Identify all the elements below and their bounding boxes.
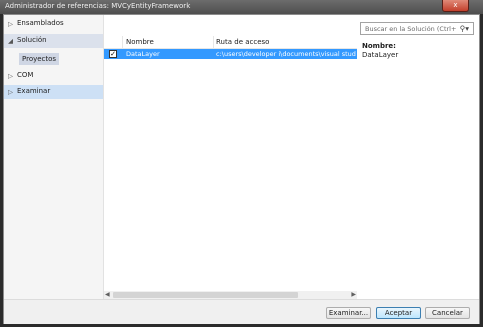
search-icon[interactable]: ⚲▾ bbox=[460, 24, 469, 33]
search-input[interactable]: Buscar en la Solución (Ctrl+E ⚲▾ bbox=[360, 22, 474, 35]
details-pane: Nombre: DataLayer bbox=[358, 36, 478, 299]
expand-arrow-icon: ▷ bbox=[8, 20, 13, 28]
sidebar: ▷ Ensamblados ◢ Solución Proyectos ▷ COM… bbox=[4, 15, 104, 299]
dialog-body: ▷ Ensamblados ◢ Solución Proyectos ▷ COM… bbox=[3, 14, 480, 324]
sidebar-item-solucion[interactable]: ◢ Solución bbox=[4, 34, 103, 48]
column-headers: Nombre Ruta de acceso bbox=[104, 36, 357, 49]
details-value: DataLayer bbox=[362, 51, 399, 59]
reference-list: Nombre Ruta de acceso ✓ DataLayer c:\use… bbox=[104, 36, 357, 299]
sidebar-item-ensamblados[interactable]: ▷ Ensamblados bbox=[4, 17, 103, 31]
collapse-arrow-icon: ◢ bbox=[8, 37, 13, 45]
column-header-ruta[interactable]: Ruta de acceso bbox=[216, 38, 269, 46]
sidebar-item-label: Examinar bbox=[17, 87, 51, 95]
include-checkbox[interactable]: ✓ bbox=[109, 50, 117, 58]
column-header-nombre[interactable]: Nombre bbox=[126, 38, 154, 46]
accept-button[interactable]: Aceptar bbox=[376, 307, 421, 319]
sidebar-item-label: Proyectos bbox=[22, 55, 57, 63]
horizontal-scrollbar[interactable]: ◀ ▶ bbox=[104, 291, 357, 299]
browse-button[interactable]: Examinar... bbox=[326, 307, 371, 319]
row-path: c:\users\developer i\documents\visual st… bbox=[216, 50, 356, 58]
sidebar-item-com[interactable]: ▷ COM bbox=[4, 69, 103, 83]
scroll-right-icon[interactable]: ▶ bbox=[351, 291, 356, 298]
close-icon: x bbox=[453, 1, 458, 9]
scrollbar-thumb[interactable] bbox=[113, 292, 298, 298]
column-divider[interactable] bbox=[213, 36, 214, 48]
window-title: Administrador de referencias: MVCyEntity… bbox=[5, 2, 191, 10]
sidebar-item-label: Solución bbox=[17, 36, 47, 44]
sidebar-item-proyectos[interactable]: Proyectos bbox=[19, 53, 59, 65]
sidebar-item-label: COM bbox=[17, 71, 34, 79]
dialog-footer: Examinar... Aceptar Cancelar bbox=[4, 299, 479, 324]
row-name: DataLayer bbox=[126, 50, 160, 58]
close-button[interactable]: x bbox=[442, 0, 469, 12]
expand-arrow-icon: ▷ bbox=[8, 88, 13, 96]
sidebar-item-label: Ensamblados bbox=[17, 19, 64, 27]
sidebar-item-examinar[interactable]: ▷ Examinar bbox=[4, 85, 103, 99]
scroll-left-icon[interactable]: ◀ bbox=[105, 291, 110, 298]
title-bar: Administrador de referencias: MVCyEntity… bbox=[0, 0, 483, 14]
expand-arrow-icon: ▷ bbox=[8, 72, 13, 80]
table-row[interactable]: ✓ DataLayer c:\users\developer i\documen… bbox=[104, 49, 357, 59]
search-placeholder: Buscar en la Solución (Ctrl+E bbox=[365, 25, 457, 33]
cancel-button[interactable]: Cancelar bbox=[425, 307, 470, 319]
details-label: Nombre: bbox=[362, 42, 396, 50]
column-divider bbox=[122, 36, 123, 48]
